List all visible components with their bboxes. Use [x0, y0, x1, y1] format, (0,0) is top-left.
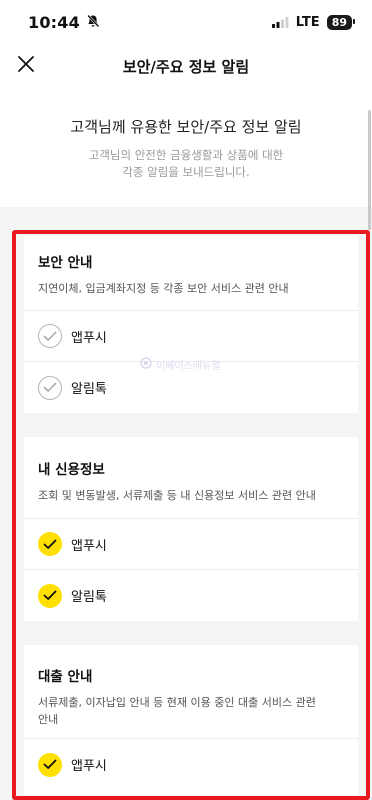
check-icon[interactable] [38, 583, 62, 608]
bell-muted-icon [86, 13, 100, 32]
check-icon[interactable] [38, 752, 62, 777]
section-security-notice: 보안 안내 지연이체, 입금계좌지정 등 각종 보안 서비스 관련 안내 앱푸시… [24, 236, 358, 413]
battery-indicator: 89 [326, 14, 356, 30]
status-bar: 10:44 LTE 89 [0, 0, 372, 44]
signal-icon [271, 13, 289, 32]
option-app-push[interactable]: 앱푸시 [24, 739, 358, 790]
option-app-push[interactable]: 앱푸시 [24, 519, 358, 570]
section-description: 서류제출, 이자납입 안내 등 현재 이용 중인 대출 서비스 관련 안내 [38, 696, 316, 726]
check-icon[interactable] [38, 532, 62, 556]
section-title: 내 신용정보 [38, 462, 105, 478]
close-icon [17, 55, 35, 77]
section-title: 보안 안내 [38, 255, 93, 271]
option-label: 알림톡 [71, 590, 107, 605]
option-alimtalk[interactable]: 알림톡 [24, 570, 358, 621]
section-loan-notice: 대출 안내 서류제출, 이자납입 안내 등 현재 이용 중인 대출 서비스 관련… [24, 645, 358, 800]
option-app-push[interactable]: 앱푸시 [24, 311, 358, 362]
section-description: 지연이체, 입금계좌지정 등 각종 보안 서비스 관련 안내 [38, 282, 289, 295]
nav-bar: 보안/주요 정보 알림 [0, 44, 372, 88]
status-time: 10:44 [28, 12, 80, 32]
option-label: 앱푸시 [71, 759, 107, 774]
option-label: 앱푸시 [71, 330, 107, 346]
intro-title: 고객님께 유용한 보안/주요 정보 알림 [70, 118, 302, 136]
watermark: 이베이스매뉴얼 [140, 357, 220, 372]
watermark-text: 이베이스매뉴얼 [156, 361, 221, 372]
section-title: 대출 안내 [38, 669, 93, 685]
watermark-logo-icon [140, 357, 152, 372]
section-description: 조회 및 변동발생, 서류제출 등 내 신용정보 서비스 관련 안내 [38, 489, 316, 502]
check-icon[interactable] [38, 375, 62, 400]
page-title: 보안/주요 정보 알림 [122, 57, 250, 76]
option-label: 앱푸시 [71, 538, 107, 554]
check-icon[interactable] [38, 324, 62, 348]
intro-description: 고객님의 안전한 금융생활과 상품에 대한 각종 알림을 보내드립니다. [88, 148, 284, 179]
scrollbar[interactable] [368, 110, 371, 230]
close-button[interactable] [12, 52, 40, 80]
option-label: 알림톡 [71, 382, 107, 397]
intro-section: 고객님께 유용한 보안/주요 정보 알림 고객님의 안전한 금융생활과 상품에 … [0, 88, 372, 207]
network-type: LTE [295, 14, 320, 30]
section-my-credit-info: 내 신용정보 조회 및 변동발생, 서류제출 등 내 신용정보 서비스 관련 안… [24, 437, 358, 621]
